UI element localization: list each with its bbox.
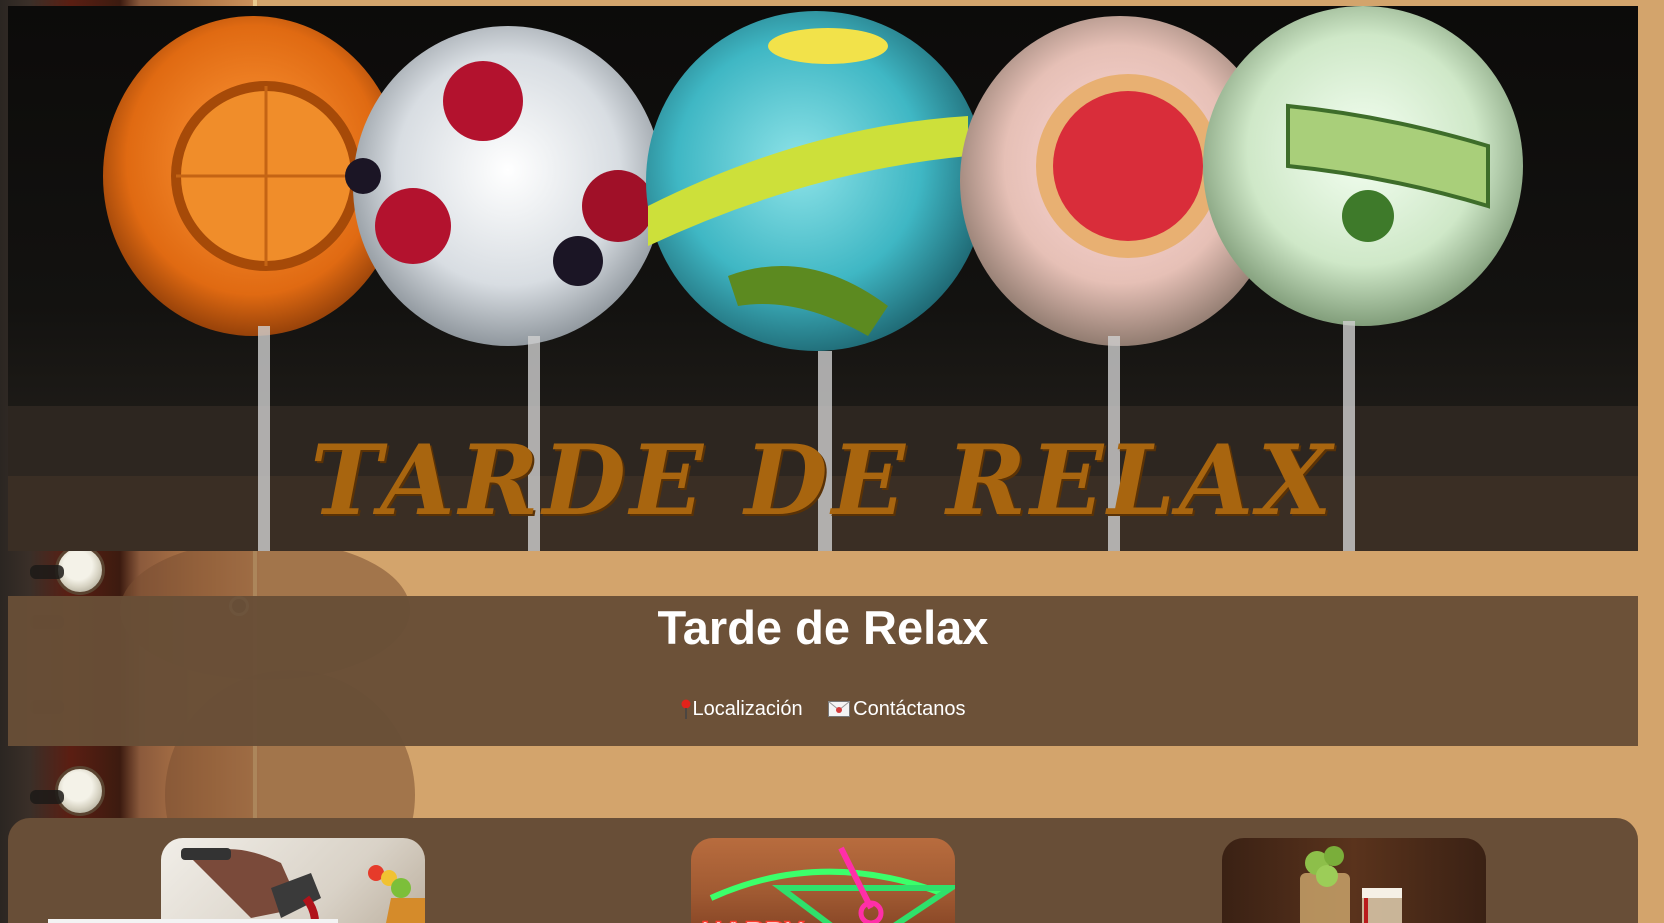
svg-text:HAPPY: HAPPY	[701, 916, 804, 923]
banner-title: TARDE DE RELAX	[310, 424, 1336, 537]
main-nav: Localización Contáctanos	[8, 698, 1638, 721]
horizontal-scrollbar[interactable]	[48, 919, 338, 923]
nav-contactanos-link[interactable]: Contáctanos	[828, 698, 965, 720]
card-beer[interactable]	[1222, 838, 1486, 923]
hero-banner: TARDE DE RELAX	[8, 6, 1638, 551]
nav-localizacion-label: Localización	[692, 698, 803, 720]
card-bartender[interactable]	[161, 838, 425, 923]
map-pin-icon	[681, 699, 691, 719]
bartender-cocktail-image	[181, 848, 425, 923]
page-edge	[1650, 0, 1664, 923]
site-title: Tarde de Relax	[657, 601, 989, 654]
card-happy-hour[interactable]: HAPPY	[691, 838, 955, 923]
nav-localizacion-link[interactable]: Localización	[681, 698, 809, 720]
nav-contactanos-label: Contáctanos	[853, 698, 966, 720]
beer-hops-image	[1300, 846, 1402, 923]
bottle-decoration	[30, 565, 64, 579]
tap-knob-decoration	[55, 766, 105, 816]
bottle-decoration	[30, 790, 64, 804]
content-panel: HAPPY	[8, 818, 1638, 923]
happy-hour-neon-image: HAPPY	[700, 846, 955, 923]
envelope-icon	[828, 701, 851, 717]
header-band: Tarde de Relax Localización Contáctanos	[8, 596, 1638, 746]
